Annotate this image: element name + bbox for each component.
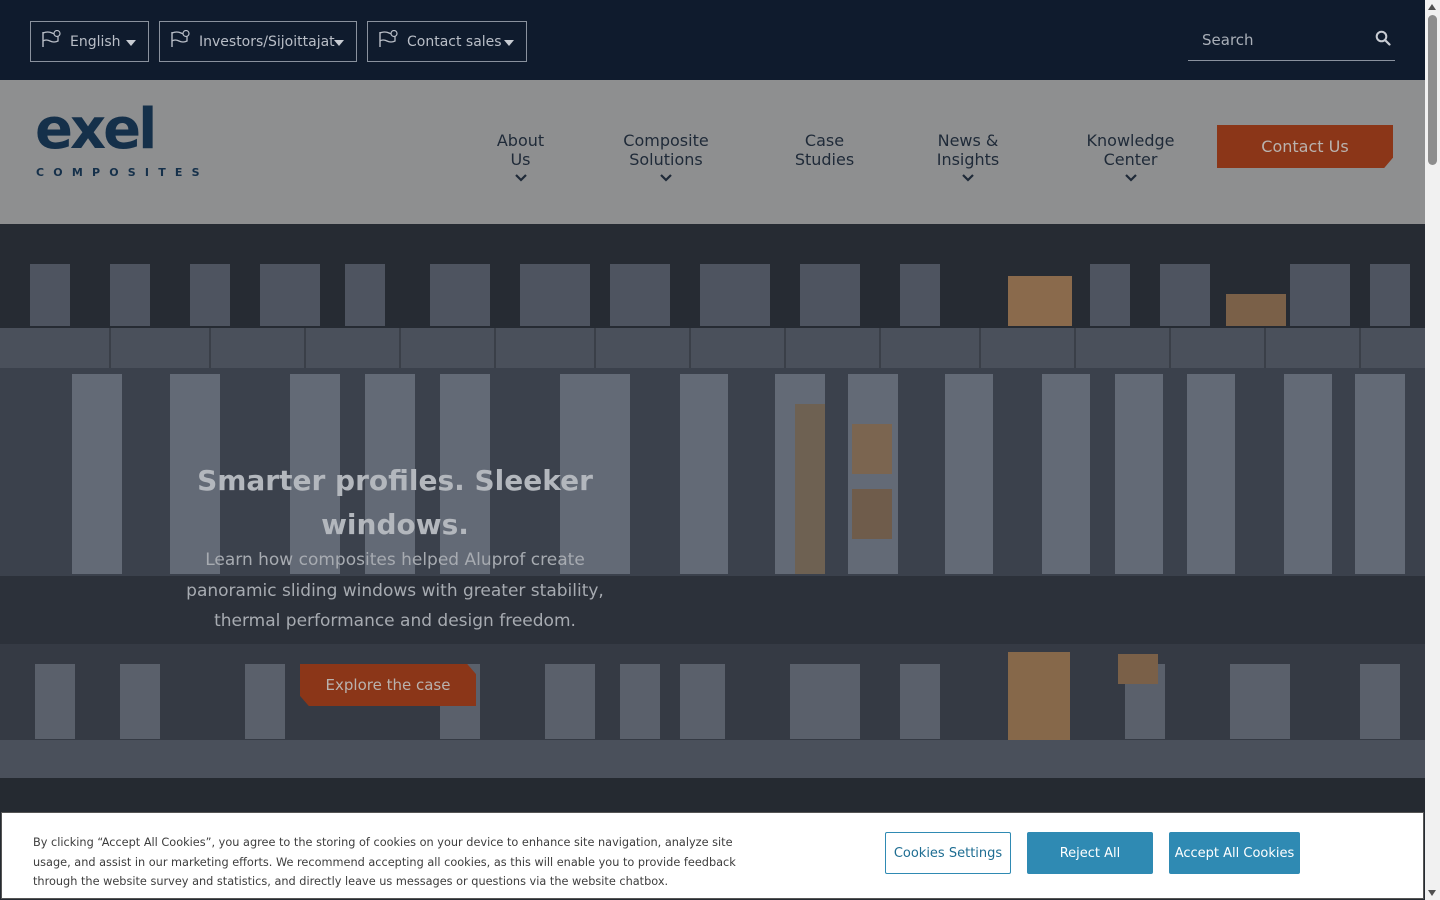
logo-wordmark: exel — [35, 97, 157, 162]
search-box — [1188, 21, 1395, 61]
nav-case-studies[interactable]: Case Studies — [778, 131, 871, 169]
reject-all-button[interactable]: Reject All — [1027, 832, 1153, 874]
scroll-down-icon[interactable] — [1428, 890, 1436, 896]
caret-down-icon — [504, 40, 514, 46]
chevron-down-icon — [962, 174, 974, 182]
nav-knowledge-center[interactable]: Knowledge Center — [1065, 131, 1196, 183]
nav-label: News & Insights — [936, 131, 1000, 169]
search-input[interactable] — [1188, 21, 1358, 59]
nav-composite-solutions[interactable]: Composite Solutions — [593, 131, 739, 183]
nav-label: Knowledge Center — [1086, 131, 1175, 169]
investors-label: Investors/Sijoittajat — [199, 33, 335, 50]
scrollbar-thumb[interactable] — [1428, 15, 1437, 165]
hero-description: Learn how composites helped Aluprof crea… — [186, 550, 604, 631]
cookie-text: By clicking “Accept All Cookies”, you ag… — [33, 836, 736, 888]
language-label: English — [70, 33, 121, 50]
search-icon[interactable] — [1375, 30, 1391, 46]
nav-news-insights[interactable]: News & Insights — [910, 131, 1026, 183]
nav-label: About Us — [496, 131, 545, 169]
flag-icon — [171, 29, 190, 47]
page-scrollbar[interactable] — [1425, 0, 1440, 900]
hero-section: Smarter profiles. Sleeker windows. Learn… — [0, 224, 1425, 900]
contact-us-button[interactable]: Contact Us — [1217, 125, 1393, 168]
hero-title: Smarter profiles. Sleeker windows. — [197, 464, 593, 541]
site-logo[interactable]: exel COMPOSITES — [35, 102, 200, 182]
logo-subtitle: COMPOSITES — [36, 166, 209, 179]
cookie-banner: By clicking “Accept All Cookies”, you ag… — [1, 812, 1424, 899]
chevron-down-icon — [514, 174, 527, 182]
language-dropdown[interactable]: English — [30, 21, 149, 62]
contact-sales-label: Contact sales — [407, 33, 502, 50]
investors-dropdown[interactable]: Investors/Sijoittajat — [159, 21, 357, 62]
contact-sales-dropdown[interactable]: Contact sales — [367, 21, 527, 62]
caret-down-icon — [126, 40, 136, 46]
nav-label: Case Studies — [794, 131, 855, 169]
caret-down-icon — [334, 40, 344, 46]
explore-case-button[interactable]: Explore the case — [300, 664, 476, 706]
flag-icon — [42, 29, 61, 47]
utility-bar: English Investors/Sijoittajat Contact sa… — [0, 0, 1425, 80]
accept-all-cookies-button[interactable]: Accept All Cookies — [1169, 832, 1300, 874]
chevron-down-icon — [1124, 174, 1137, 182]
nav-about-us[interactable]: About Us — [488, 131, 553, 183]
chevron-down-icon — [660, 174, 672, 182]
flag-icon — [379, 29, 398, 47]
scroll-up-icon[interactable] — [1428, 4, 1436, 10]
nav-label: Composite Solutions — [623, 131, 709, 169]
cookies-settings-button[interactable]: Cookies Settings — [885, 832, 1011, 874]
